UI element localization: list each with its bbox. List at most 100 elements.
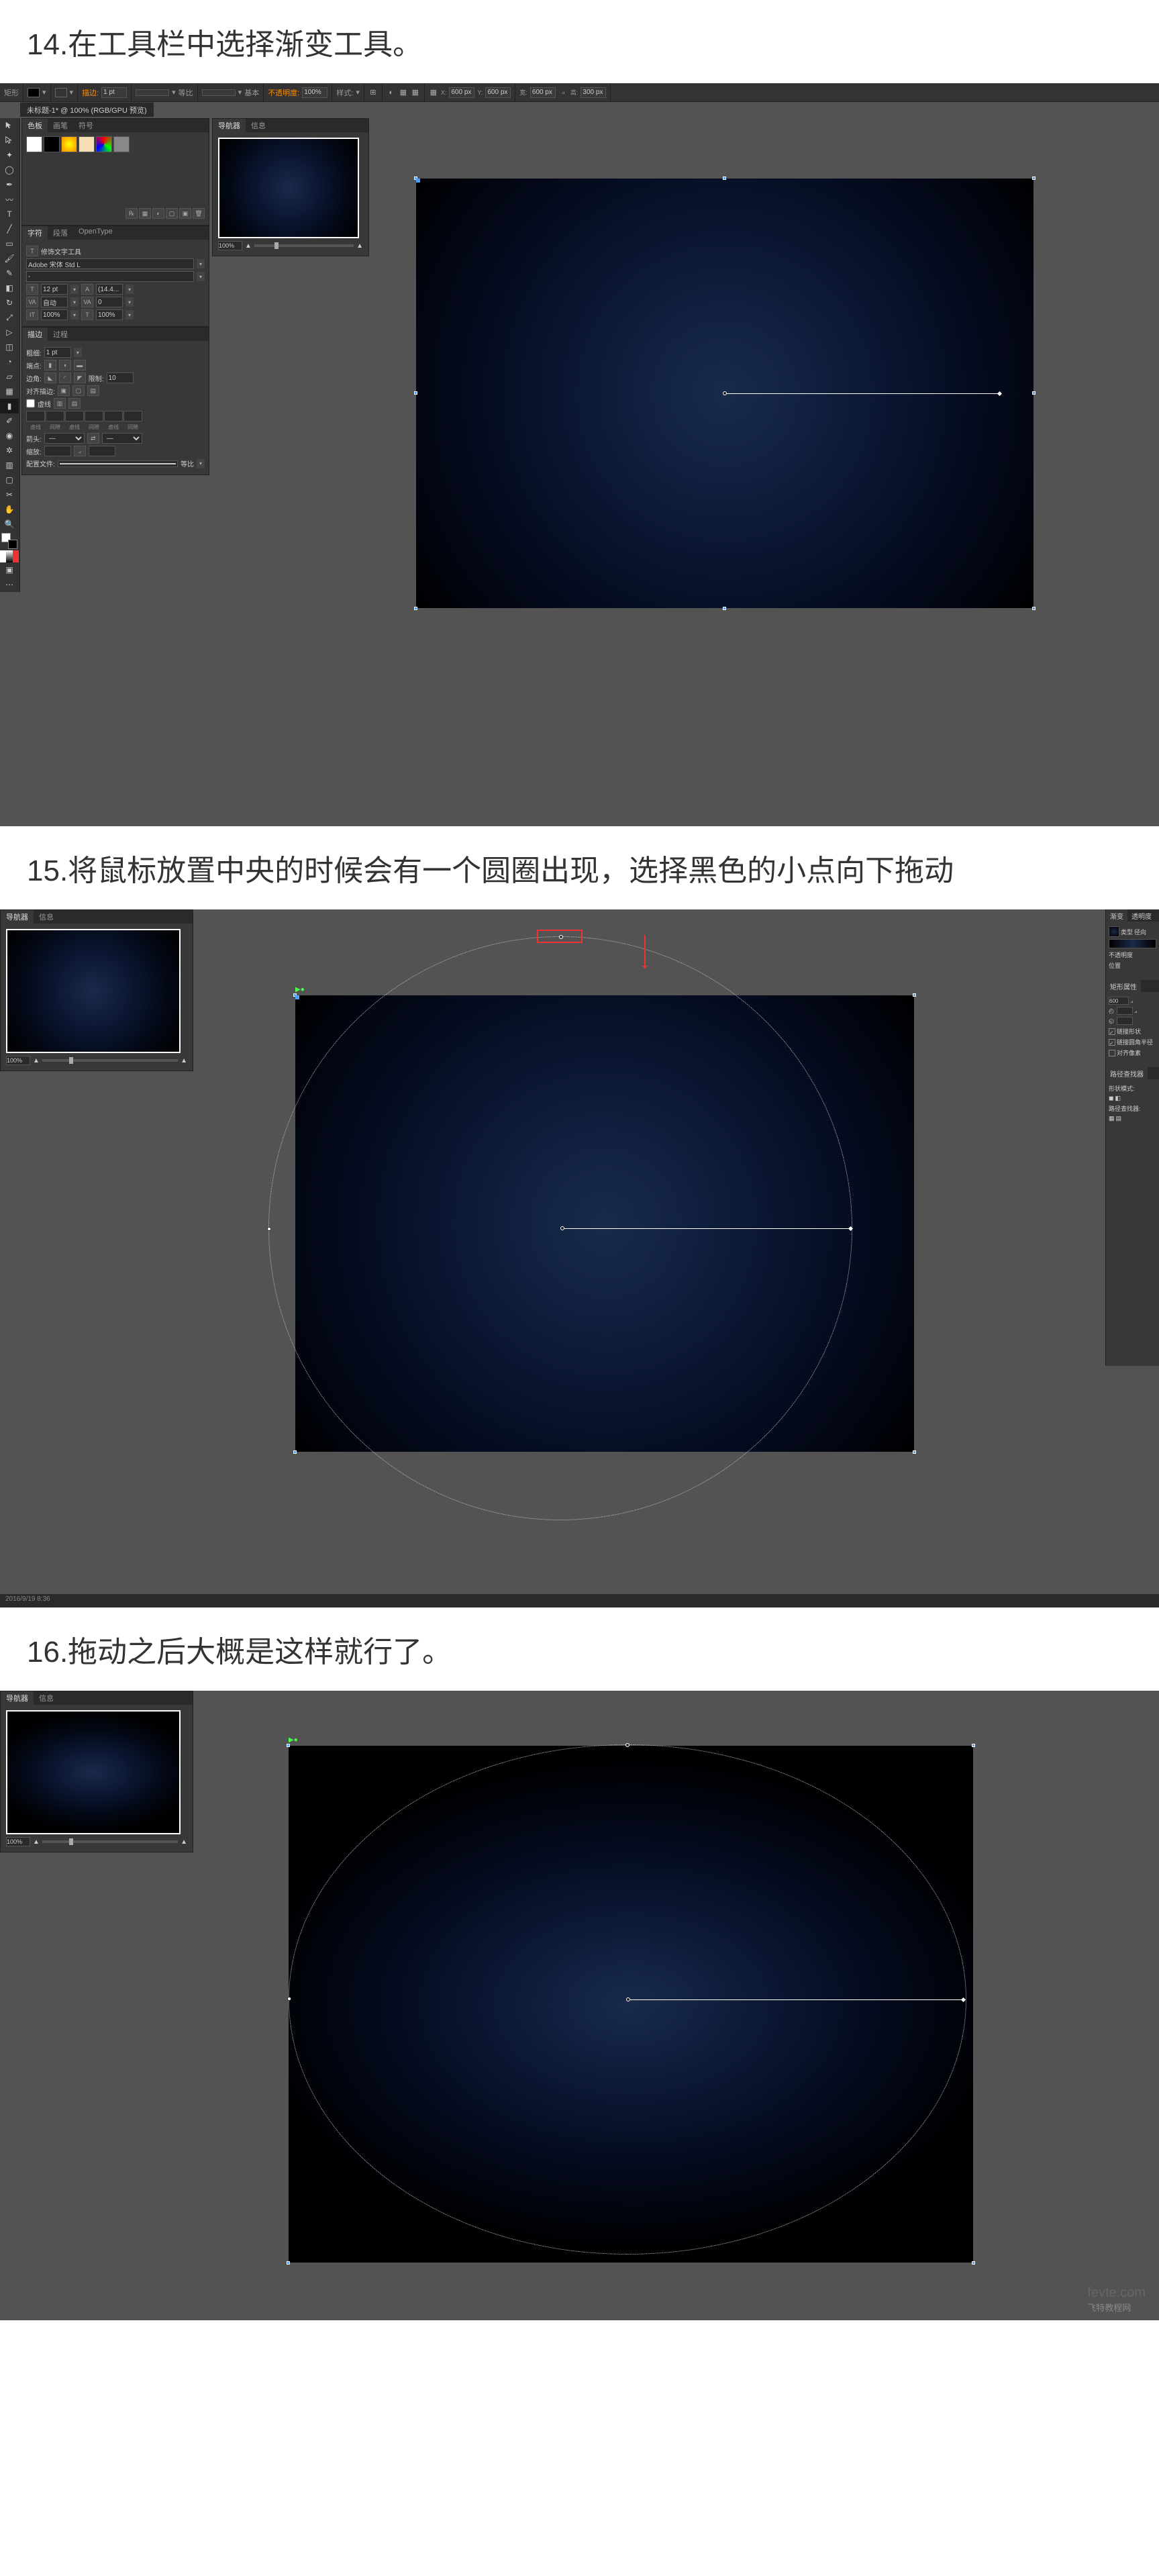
- new-group-icon[interactable]: ▢: [166, 208, 178, 219]
- paragraph-tab[interactable]: 段落: [48, 226, 73, 240]
- swatch-gear[interactable]: [113, 136, 130, 152]
- symbols-tab[interactable]: 符号: [73, 119, 99, 132]
- cap-round-icon[interactable]: ◖: [59, 360, 71, 370]
- arrow-end-select[interactable]: —: [102, 433, 142, 444]
- dash-checkbox[interactable]: [26, 398, 35, 409]
- width-tool[interactable]: ▷: [0, 325, 19, 340]
- y-input[interactable]: [485, 87, 511, 98]
- dash3-input[interactable]: [104, 411, 123, 422]
- navigator-thumbnail[interactable]: [218, 138, 359, 238]
- font-size-input[interactable]: [41, 284, 68, 295]
- align-outside-icon[interactable]: ▤: [87, 385, 99, 396]
- opacity-input[interactable]: [302, 87, 327, 98]
- gradient-slider[interactable]: [1109, 939, 1156, 948]
- screen-mode-tool[interactable]: ▣: [0, 562, 19, 577]
- kerning-input[interactable]: [41, 297, 68, 307]
- canvas[interactable]: [376, 118, 1159, 826]
- unite-icon[interactable]: ◼: [1109, 1095, 1113, 1102]
- swatch-beige[interactable]: [79, 136, 95, 152]
- lasso-tool[interactable]: ◯: [0, 162, 19, 177]
- swatch-kind-icon[interactable]: ▦: [139, 208, 151, 219]
- swatches-tab[interactable]: 色板: [22, 119, 48, 132]
- w-input[interactable]: [530, 87, 556, 98]
- corner-link-icon[interactable]: ⟓: [1134, 1007, 1137, 1015]
- font-style-input[interactable]: [26, 271, 194, 282]
- eyedropper-tool[interactable]: ✐: [0, 413, 19, 428]
- fill-swatch[interactable]: [28, 88, 40, 97]
- stroke-dropdown[interactable]: ▾: [70, 88, 74, 97]
- brush-preview[interactable]: [202, 89, 236, 96]
- zoom-in-icon[interactable]: ▲: [356, 242, 363, 250]
- arrow-start-select[interactable]: —: [44, 433, 85, 444]
- gap3-input[interactable]: [123, 411, 142, 422]
- corner-miter-icon[interactable]: ◣: [44, 373, 56, 383]
- cap-butt-icon[interactable]: ▮: [44, 360, 56, 370]
- navigator-tab[interactable]: 导航器: [213, 119, 246, 132]
- corner-bl-input[interactable]: [1117, 1017, 1133, 1025]
- hscale-input[interactable]: [96, 309, 123, 320]
- stroke-style-preview[interactable]: [136, 89, 169, 96]
- gradient-preview[interactable]: [1109, 926, 1119, 937]
- ellipse-top-anchor-3[interactable]: [625, 1743, 629, 1747]
- zoom-tool[interactable]: 🔍: [0, 517, 19, 532]
- ellipse-left-anchor[interactable]: [267, 1227, 271, 1231]
- swap-arrows-icon[interactable]: ⇄: [87, 433, 99, 444]
- swatch-white[interactable]: [26, 136, 42, 152]
- slice-tool[interactable]: ✂: [0, 487, 19, 502]
- perspective-tool[interactable]: ▱: [0, 369, 19, 384]
- document-tab[interactable]: 未标题-1* @ 100% (RGB/GPU 预览): [20, 102, 154, 117]
- fill-stroke-swatch[interactable]: [0, 532, 19, 550]
- fill-mode-row[interactable]: [0, 550, 19, 562]
- rotate-tool[interactable]: ↻: [0, 295, 19, 310]
- rect-w-input[interactable]: [1109, 997, 1129, 1005]
- touch-type-icon[interactable]: T: [26, 246, 38, 256]
- rectangle-shape-3[interactable]: [289, 1746, 973, 2263]
- subtract-icon[interactable]: ◧: [1115, 1095, 1121, 1102]
- symbol-sprayer-tool[interactable]: ✲: [0, 443, 19, 458]
- stroke-tab[interactable]: 描边: [22, 328, 48, 341]
- rect-link-icon[interactable]: ⟓: [1130, 997, 1133, 1005]
- opentype-tab[interactable]: OpenType: [73, 226, 118, 240]
- leading-input[interactable]: [96, 284, 123, 295]
- font-family-input[interactable]: [26, 258, 194, 269]
- h-input[interactable]: [581, 87, 606, 98]
- zoom-slider[interactable]: [254, 244, 354, 247]
- swatch-sun[interactable]: [61, 136, 77, 152]
- artboard-tool[interactable]: ▢: [0, 473, 19, 487]
- gradient-start-handle[interactable]: [723, 391, 727, 395]
- align-inside-icon[interactable]: ▢: [72, 385, 85, 396]
- rectangle-tool[interactable]: ▭: [0, 236, 19, 251]
- align-center-icon[interactable]: ▣: [58, 385, 70, 396]
- cap-square-icon[interactable]: ▬: [74, 360, 86, 370]
- shape-builder-tool[interactable]: ◔: [0, 354, 19, 369]
- graph-tool[interactable]: ▥: [0, 458, 19, 473]
- transparency-tab[interactable]: 透明度: [1127, 909, 1156, 922]
- hand-tool[interactable]: ✋: [0, 502, 19, 517]
- trim-icon[interactable]: ▤: [1116, 1115, 1122, 1122]
- link-icon[interactable]: ⟓: [558, 88, 568, 97]
- gradient-start-handle-2[interactable]: [560, 1226, 564, 1230]
- zoom-input[interactable]: [218, 241, 242, 250]
- info-tab[interactable]: 信息: [246, 119, 271, 132]
- zoom-out-icon[interactable]: ▲: [245, 242, 252, 250]
- fill-dropdown[interactable]: ▾: [42, 88, 46, 97]
- miter-limit-input[interactable]: [107, 373, 134, 383]
- tracking-input[interactable]: [96, 297, 123, 307]
- corner-round-icon[interactable]: ◜: [59, 373, 71, 383]
- character-tab[interactable]: 字符: [22, 226, 48, 240]
- pathfinder-tab[interactable]: 路径查找器: [1106, 1067, 1148, 1079]
- gradient-annotator[interactable]: [725, 393, 1000, 394]
- align-icon[interactable]: ⊞: [368, 88, 378, 97]
- gradient-end-handle[interactable]: [997, 391, 1002, 396]
- dash1-input[interactable]: [26, 411, 45, 422]
- stroke-width-input[interactable]: [101, 87, 127, 98]
- profile-preview[interactable]: [58, 460, 178, 467]
- brushes-tab[interactable]: 画笔: [48, 119, 73, 132]
- arrow-scale2-input[interactable]: [89, 446, 115, 456]
- gradient-start-handle-3[interactable]: [626, 1997, 630, 2001]
- divide-icon[interactable]: ▦: [1109, 1115, 1115, 1122]
- stroke-weight-input[interactable]: [44, 347, 71, 358]
- swatch-menu-icon[interactable]: ℞: [125, 208, 138, 219]
- gap2-input[interactable]: [85, 411, 103, 422]
- stroke-swatch[interactable]: [55, 88, 67, 97]
